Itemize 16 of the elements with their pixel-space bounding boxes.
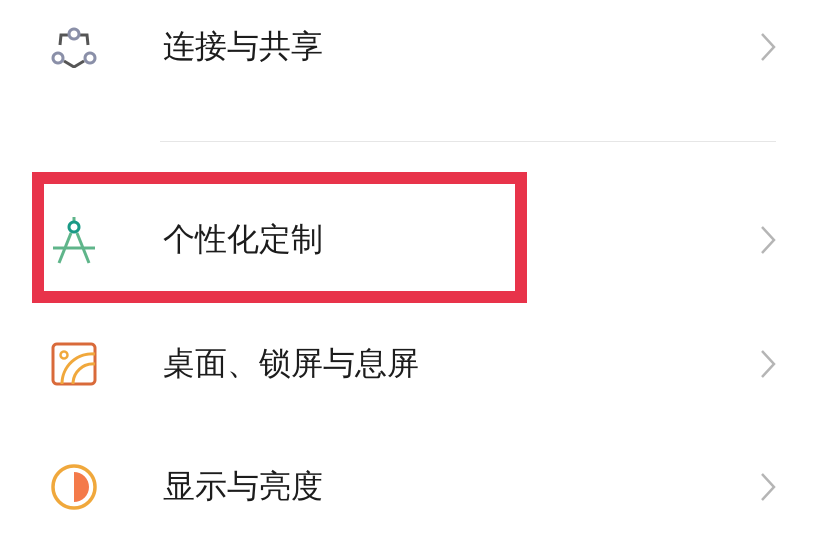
- chevron-icon: [760, 32, 776, 62]
- item-label: 显示与亮度: [163, 466, 324, 507]
- chevron-icon: [760, 225, 776, 255]
- image-icon: [50, 342, 96, 386]
- brightness-icon: [50, 463, 98, 511]
- item-label: 个性化定制: [163, 219, 324, 260]
- share-icon: [50, 26, 96, 68]
- settings-item[interactable]: 连接与共享: [0, 0, 834, 94]
- settings-item[interactable]: 桌面、锁屏与息屏: [0, 302, 834, 426]
- settings-item[interactable]: 显示与亮度: [0, 426, 834, 537]
- compass-icon: [50, 215, 96, 265]
- item-label: 连接与共享: [163, 26, 324, 67]
- chevron-icon: [760, 472, 776, 502]
- item-label: 桌面、锁屏与息屏: [163, 343, 420, 384]
- chevron-icon: [760, 349, 776, 379]
- settings-item[interactable]: 个性化定制: [0, 178, 834, 302]
